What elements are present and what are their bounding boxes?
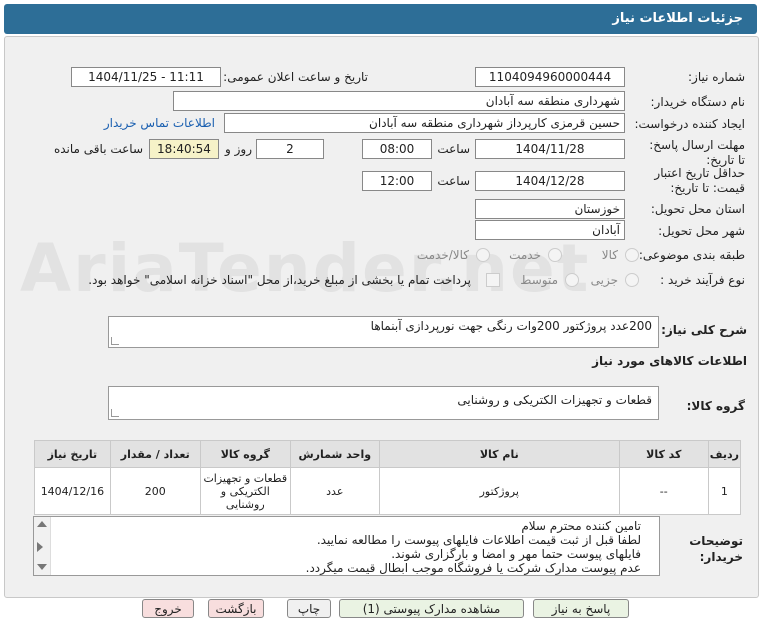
remaining-time-label: ساعت باقی مانده bbox=[53, 142, 143, 156]
remaining-time-field: 18:40:54 bbox=[149, 139, 219, 159]
reply-button[interactable]: پاسخ به نیاز bbox=[533, 599, 629, 618]
deadline-label: مهلت ارسال پاسخ: تا تاریخ: bbox=[649, 138, 745, 167]
validity-date-field: 1404/12/28 bbox=[475, 171, 625, 191]
creator-field: حسین قرمزی کارپرداز شهرداری منطقه سه آبا… bbox=[224, 113, 625, 133]
announce-field: 1404/11/25 - 11:11 bbox=[71, 67, 221, 87]
process-label: نوع فرآیند خرید : bbox=[660, 273, 745, 287]
category-radio-goods-service[interactable] bbox=[476, 248, 490, 262]
goods-table: ردیف کد کالا نام کالا واحد شمارش گروه کا… bbox=[34, 440, 742, 515]
back-button[interactable]: بازگشت bbox=[208, 599, 264, 618]
description-textarea[interactable]: 200عدد پروژکتور 200وات رنگی جهت نورپرداز… bbox=[108, 316, 659, 348]
need-number-field: 1104094960000444 bbox=[475, 67, 625, 87]
treasury-payment-checkbox[interactable] bbox=[486, 273, 500, 287]
col-row-number: ردیف bbox=[707, 440, 742, 468]
buyer-note-line: تامین کننده محترم سلام bbox=[521, 519, 641, 533]
treasury-payment-note: پرداخت تمام یا بخشی از مبلغ خرید،از محل … bbox=[88, 273, 471, 287]
announce-label: تاریخ و ساعت اعلان عمومی: bbox=[223, 70, 368, 84]
cell-need-date: 1404/12/16 bbox=[34, 467, 111, 515]
cell-quantity: 200 bbox=[109, 467, 201, 515]
goods-group-textarea[interactable]: قطعات و تجهیزات الکتریکی و روشنایی bbox=[108, 386, 659, 420]
category-radio-goods[interactable] bbox=[625, 248, 639, 262]
validity-time-field: 12:00 bbox=[362, 171, 432, 191]
buyer-note-line: فایلهای پیوست حتما مهر و امضا و بارگزاری… bbox=[391, 547, 641, 561]
process-radio-medium[interactable] bbox=[565, 273, 579, 287]
cell-row-number: 1 bbox=[707, 467, 742, 515]
col-goods-code: کد کالا bbox=[618, 440, 709, 468]
days-label: روز و bbox=[225, 142, 252, 156]
contact-buyer-link[interactable]: اطلاعات تماس خریدار bbox=[104, 116, 215, 130]
cell-goods-group: قطعات و تجهیزات الکتریکی و روشنایی bbox=[199, 467, 291, 515]
watermark: AriaTender.net bbox=[20, 230, 591, 307]
description-text: 200عدد پروژکتور 200وات رنگی جهت نورپرداز… bbox=[370, 319, 652, 333]
need-number-label: شماره نیاز: bbox=[688, 70, 745, 84]
buyer-org-field: شهرداری منطقه سه آبادان bbox=[173, 91, 625, 111]
deadline-time-label: ساعت bbox=[437, 142, 470, 156]
cell-unit: عدد bbox=[289, 467, 380, 515]
scroll-up-icon[interactable] bbox=[37, 521, 47, 527]
days-field: 2 bbox=[256, 139, 324, 159]
table-row[interactable]: 1 -- پروژکتور عدد قطعات و تجهیزات الکتری… bbox=[34, 467, 742, 515]
scroll-down-icon[interactable] bbox=[37, 564, 47, 570]
col-need-date: تاریخ نیاز bbox=[34, 440, 111, 468]
table-header-row: ردیف کد کالا نام کالا واحد شمارش گروه کا… bbox=[34, 440, 742, 468]
scroll-right-icon[interactable] bbox=[37, 542, 43, 552]
goods-section-title: اطلاعات کالاهای مورد نیاز bbox=[592, 354, 747, 368]
col-quantity: تعداد / مقدار bbox=[109, 440, 201, 468]
category-option-goods: کالا bbox=[601, 248, 618, 262]
col-goods-group: گروه کالا bbox=[199, 440, 291, 468]
process-radio-minor[interactable] bbox=[625, 273, 639, 287]
city-field: آبادان bbox=[475, 220, 625, 240]
resize-grip-icon[interactable] bbox=[111, 409, 119, 417]
notes-scrollbar[interactable] bbox=[34, 517, 51, 575]
process-option-medium: متوسط bbox=[520, 273, 558, 287]
deadline-date-field: 1404/11/28 bbox=[475, 139, 625, 159]
buyer-notes-label: توضیحات خریدار: bbox=[689, 534, 743, 564]
process-option-minor: جزیی bbox=[590, 273, 618, 287]
page-title: جزئیات اطلاعات نیاز bbox=[612, 11, 743, 26]
cell-goods-name: پروژکتور bbox=[378, 467, 620, 515]
validity-label: حداقل تاریخ اعتبار قیمت: تا تاریخ: bbox=[654, 166, 745, 195]
buyer-org-label: نام دستگاه خریدار: bbox=[650, 95, 746, 109]
category-option-service: خدمت bbox=[509, 248, 541, 262]
deadline-time-field: 08:00 bbox=[362, 139, 432, 159]
creator-label: ایجاد کننده درخواست: bbox=[634, 117, 745, 131]
view-attachments-button[interactable]: مشاهده مدارک پیوستی (1) bbox=[339, 599, 524, 618]
col-unit: واحد شمارش bbox=[289, 440, 380, 468]
buyer-notes-box[interactable]: تامین کننده محترم سلام لطفا قبل از ثبت ق… bbox=[33, 516, 660, 576]
province-field: خوزستان bbox=[475, 199, 625, 219]
buyer-note-line: عدم پیوست مدارک شرکت یا فروشگاه موجب ابط… bbox=[305, 561, 641, 575]
city-label: شهر محل تحویل: bbox=[658, 224, 745, 238]
cell-goods-code: -- bbox=[618, 467, 709, 515]
exit-button[interactable]: خروج bbox=[142, 599, 194, 618]
province-label: استان محل تحویل: bbox=[650, 202, 745, 216]
validity-time-label: ساعت bbox=[437, 174, 470, 188]
goods-group-value: قطعات و تجهیزات الکتریکی و روشنایی bbox=[457, 393, 652, 407]
buyer-note-line: لطفا قبل از ثبت قیمت اطلاعات فایلهای پیو… bbox=[316, 533, 641, 547]
page-header: جزئیات اطلاعات نیاز bbox=[4, 4, 757, 34]
print-button[interactable]: چاپ bbox=[287, 599, 331, 618]
description-label: شرح کلی نیاز: bbox=[661, 323, 747, 337]
category-label: طبقه بندی موضوعی: bbox=[638, 248, 745, 262]
resize-grip-icon[interactable] bbox=[111, 337, 119, 345]
goods-group-label: گروه کالا: bbox=[686, 399, 745, 413]
category-option-goods-service: کالا/خدمت bbox=[416, 248, 469, 262]
col-goods-name: نام کالا bbox=[378, 440, 620, 468]
category-radio-service[interactable] bbox=[548, 248, 562, 262]
